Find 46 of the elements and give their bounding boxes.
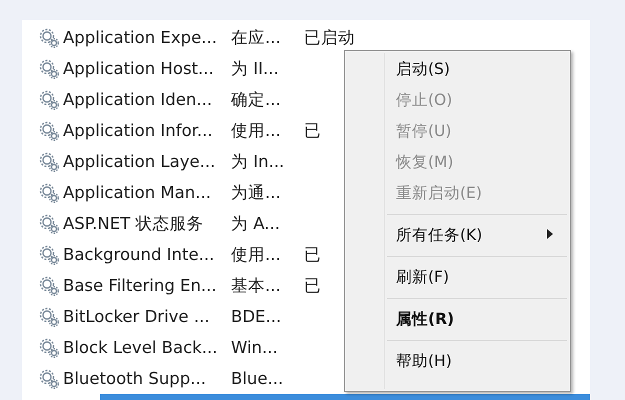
service-name: Base Filtering En... — [62, 276, 218, 295]
gear-icon — [38, 58, 60, 80]
service-name: Bluetooth Supp... — [62, 369, 207, 388]
service-name: ASP.NET 状态服务 — [62, 212, 204, 234]
service-name: Application Laye... — [62, 152, 216, 171]
service-name: Block Level Back... — [62, 338, 218, 357]
service-description: 基本... — [231, 274, 282, 296]
service-description: BDE... — [231, 307, 282, 326]
gear-icon — [38, 368, 60, 390]
service-status: 已启动 — [304, 26, 355, 48]
service-name: Background Inte... — [62, 245, 216, 264]
menu-item[interactable]: 属性(R) — [396, 309, 454, 330]
service-status: 已 — [304, 274, 321, 296]
service-name: Application Host... — [62, 59, 215, 78]
gear-icon — [38, 212, 60, 234]
service-description: 为通... — [231, 182, 282, 204]
gear-icon — [38, 336, 60, 358]
gear-icon — [38, 244, 60, 266]
service-name: Application Expe... — [62, 28, 218, 47]
service-name: Application Iden... — [62, 90, 214, 109]
menu-item[interactable]: 刷新(F) — [396, 267, 450, 288]
gear-icon — [38, 88, 60, 110]
service-name: Application Infor... — [62, 121, 214, 140]
service-description: 为 In... — [231, 150, 286, 172]
service-description: 在应... — [231, 26, 282, 48]
service-name: BitLocker Drive ... — [62, 307, 211, 326]
menu-item[interactable]: 启动(S) — [396, 59, 450, 80]
service-name: Application Man... — [62, 183, 212, 202]
service-description: Win... — [231, 338, 279, 357]
gear-icon — [38, 150, 60, 172]
gear-icon — [38, 182, 60, 204]
service-description: 使用... — [231, 120, 282, 142]
menu-item[interactable]: 所有任务(K) — [396, 225, 482, 246]
service-status: 已 — [304, 244, 321, 266]
gear-icon — [38, 274, 60, 296]
menu-item[interactable]: 帮助(H) — [396, 351, 452, 372]
service-status: 已 — [304, 120, 321, 142]
gear-icon — [38, 306, 60, 328]
service-description: 确定... — [231, 88, 282, 110]
gear-icon — [38, 120, 60, 142]
service-description: Blue... — [231, 369, 284, 388]
service-description: 使用... — [231, 244, 282, 266]
service-description: 为 II... — [231, 58, 280, 80]
service-description: 为 A... — [231, 212, 281, 234]
submenu-arrow-icon — [547, 229, 553, 239]
gear-icon — [38, 26, 60, 48]
